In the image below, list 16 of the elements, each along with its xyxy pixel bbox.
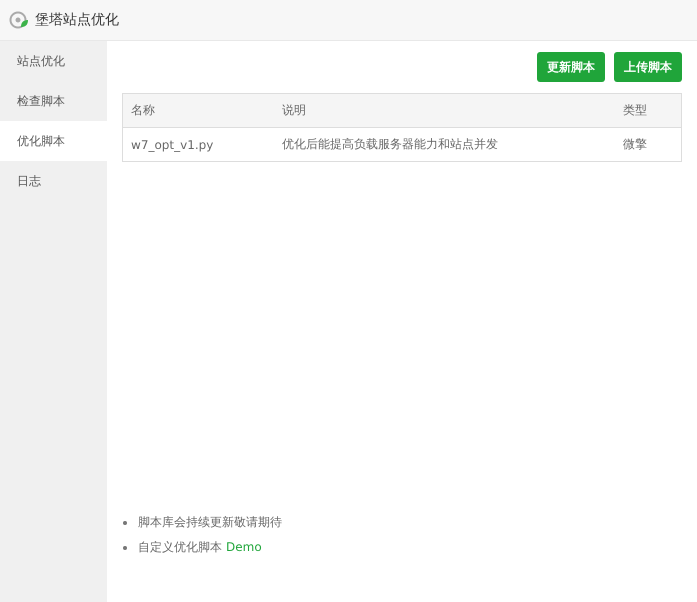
sidebar-item[interactable]: 优化脚本 <box>0 121 107 161</box>
column-header: 类型 <box>615 94 682 128</box>
table-cell: 优化后能提高负载服务器能力和站点并发 <box>274 128 615 162</box>
logo-icon <box>9 10 29 30</box>
sidebar-item[interactable]: 检查脚本 <box>0 81 107 121</box>
column-header: 名称 <box>122 94 274 128</box>
table-cell: 微擎 <box>615 128 682 162</box>
sidebar-item[interactable]: 日志 <box>0 161 107 201</box>
table-cell: w7_opt_v1.py <box>122 128 274 162</box>
note-text: 脚本库会持续更新敬请期待 <box>138 515 282 529</box>
bullet-icon <box>123 546 127 550</box>
note-text: 自定义优化脚本 <box>138 540 222 554</box>
column-header: 说明 <box>274 94 615 128</box>
sidebar-item[interactable]: 站点优化 <box>0 41 107 81</box>
window-title: 堡塔站点优化 <box>35 11 119 29</box>
bullet-icon <box>123 520 127 524</box>
